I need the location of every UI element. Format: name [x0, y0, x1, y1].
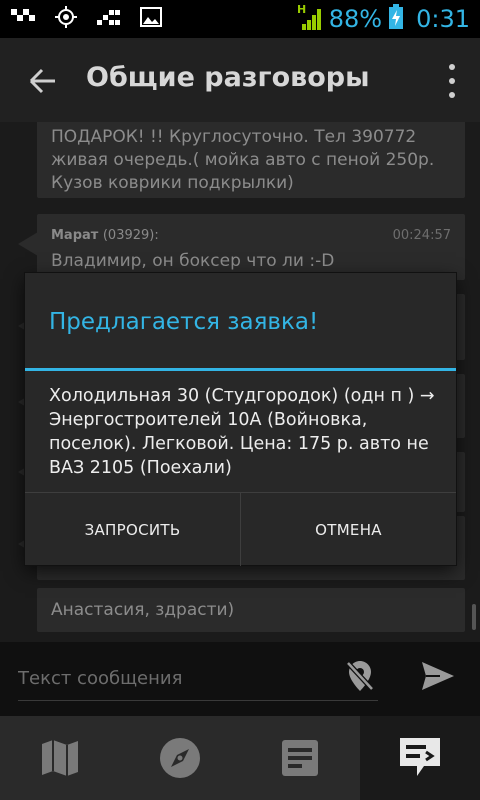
message-input[interactable]	[18, 656, 378, 701]
location-off-icon	[346, 661, 374, 691]
cancel-button[interactable]: ОТМЕНА	[240, 493, 456, 566]
scrollbar[interactable]	[472, 604, 476, 630]
compass-icon	[160, 738, 200, 778]
message-sender: Марат (03929):	[51, 228, 159, 243]
message-time: 00:24:57	[392, 228, 451, 243]
dialog-title: Предлагается заявка!	[49, 309, 319, 335]
tab-navigator[interactable]	[120, 716, 240, 800]
clock: 0:31	[416, 5, 470, 33]
send-icon	[422, 662, 454, 690]
network-signal-icon: H	[297, 2, 323, 36]
battery-percent: 88%	[328, 5, 383, 33]
system-icons: H 88% 0:31	[297, 2, 470, 36]
taxi-icon	[10, 6, 36, 32]
tab-orders[interactable]	[240, 716, 360, 800]
chat-icon	[400, 738, 440, 776]
request-button[interactable]: ЗАПРОСИТЬ	[25, 493, 240, 566]
network-type-label: H	[297, 3, 306, 16]
sender-id: (03929):	[102, 228, 159, 243]
overflow-menu-icon	[449, 64, 455, 70]
status-bar: H 88% 0:31	[0, 0, 480, 38]
tab-chat[interactable]	[360, 716, 480, 800]
battery-charging-icon	[388, 4, 404, 34]
bottom-navigation	[0, 716, 480, 800]
message-text: Анастасия, здрасти)	[51, 600, 235, 620]
bubble-tail	[18, 232, 38, 256]
list-item: ПОДАРОК! !! Круглосуточно. Тел 390772 жи…	[37, 122, 465, 198]
signal-dots-icon	[96, 6, 122, 32]
notification-icons	[10, 6, 162, 32]
map-icon	[42, 740, 78, 776]
dialog-divider	[25, 368, 456, 371]
image-icon	[140, 6, 162, 32]
list-item: Анастасия, здрасти)	[37, 588, 465, 632]
page-title: Общие разговоры	[86, 62, 370, 93]
back-arrow-icon	[29, 68, 55, 94]
action-bar: Общие разговоры	[0, 38, 480, 122]
list-item: Марат (03929): 00:24:57 Владимир, он бок…	[37, 214, 465, 280]
gps-icon	[54, 5, 78, 33]
dialog-button-bar: ЗАПРОСИТЬ ОТМЕНА	[25, 492, 456, 566]
offer-dialog: Предлагается заявка! Холодильная 30 (Сту…	[25, 273, 456, 566]
message-text: Владимир, он боксер что ли :-D	[51, 251, 335, 271]
composer-bar	[0, 642, 480, 716]
back-button[interactable]	[22, 60, 64, 102]
message-text: ПОДАРОК! !! Круглосуточно. Тел 390772 жи…	[51, 127, 435, 193]
overflow-menu-button[interactable]	[444, 64, 460, 98]
orders-list-icon	[282, 740, 318, 776]
send-button[interactable]	[416, 654, 460, 698]
dialog-message: Холодильная 30 (Студгородок) (одн п ) → …	[49, 386, 435, 478]
sender-name: Марат	[51, 228, 99, 243]
tab-map[interactable]	[0, 716, 120, 800]
location-toggle-button[interactable]	[340, 656, 380, 696]
